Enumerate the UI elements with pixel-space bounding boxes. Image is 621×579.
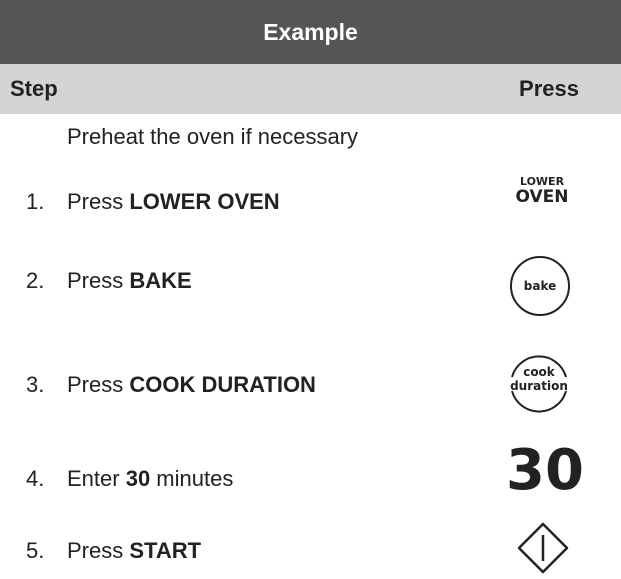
step-number: 5. — [26, 538, 45, 563]
step-text: Press BAKE — [67, 268, 192, 293]
step-keyword: COOK DURATION — [129, 372, 316, 397]
lower-oven-label-line2: OVEN — [515, 187, 569, 207]
step-keyword: 30 — [125, 466, 151, 491]
cook-label-line1: cook — [523, 365, 556, 379]
cook-duration-button-icon: cook duration — [510, 355, 568, 413]
press-column-header: Press — [519, 76, 579, 101]
lower-oven-button-icon: LOWER OVEN — [512, 176, 572, 206]
cook-label-line2: duration — [510, 379, 568, 393]
step-keyword: START — [129, 538, 202, 563]
step-text: Press START — [67, 538, 202, 563]
intro-text: Preheat the oven if necessary — [67, 124, 359, 149]
display-value: 30 — [506, 438, 584, 503]
step-keyword: BAKE — [129, 268, 192, 293]
step-number: 3. — [26, 372, 45, 397]
step-text: Press LOWER OVEN — [67, 189, 280, 214]
bake-button-icon: bake — [510, 256, 570, 316]
lower-oven-label-line1: LOWER — [519, 175, 565, 188]
step-text: Enter 30 minutes — [67, 466, 234, 491]
step-column-header: Step — [10, 76, 58, 101]
step-number: 2. — [26, 268, 45, 293]
step-number: 1. — [26, 189, 45, 214]
page-title-bar: Example — [0, 0, 621, 64]
start-button-icon — [517, 522, 569, 574]
page-title: Example — [263, 18, 358, 45]
step-keyword: LOWER OVEN — [129, 189, 280, 214]
bake-label: bake — [523, 279, 557, 293]
step-number: 4. — [26, 466, 45, 491]
column-header-row: Step Press — [0, 64, 621, 114]
step-text: Press COOK DURATION — [67, 372, 316, 397]
